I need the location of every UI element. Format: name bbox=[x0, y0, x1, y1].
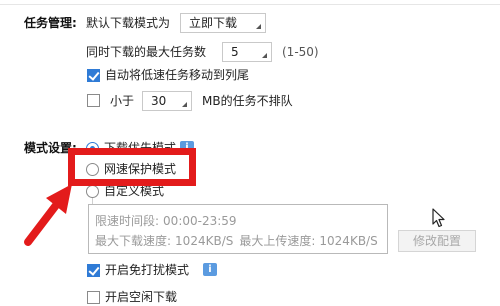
move-slow-checkbox[interactable] bbox=[87, 69, 100, 82]
max-upload-label: 最大上传速度: bbox=[239, 234, 316, 248]
max-tasks-select[interactable]: 5 bbox=[222, 42, 272, 62]
dropdown-arrow-icon bbox=[182, 102, 187, 107]
less-than-label: 小于 bbox=[110, 94, 135, 108]
custom-mode-settings-box: 限速时间段: 00:00-23:59 最大下载速度: 1024KB/S 最大上传速度:… bbox=[88, 204, 388, 254]
annotation-arrow-icon bbox=[24, 184, 72, 246]
less-than-select[interactable]: 30 bbox=[142, 91, 192, 111]
no-disturb-checkbox[interactable] bbox=[87, 264, 100, 277]
annotation-highlight-box bbox=[68, 148, 196, 186]
radio-custom-mode[interactable] bbox=[86, 185, 99, 198]
mouse-cursor-icon bbox=[432, 208, 445, 228]
max-download-label: 最大下载速度: bbox=[95, 234, 172, 248]
idle-download-checkbox[interactable] bbox=[87, 291, 100, 304]
less-than-value: 30 bbox=[151, 94, 167, 108]
max-speed-line: 最大下载速度: 1024KB/S 最大上传速度: 1024KB/S bbox=[95, 233, 378, 249]
max-tasks-label: 同时下载的最大任务数 bbox=[86, 45, 207, 59]
max-upload-value: 1024KB/S bbox=[319, 234, 378, 248]
edit-config-button[interactable]: 修改配置 bbox=[398, 230, 476, 252]
default-mode-label: 默认下载模式为 bbox=[86, 16, 171, 30]
idle-download-label: 开启空闲下载 bbox=[105, 290, 178, 304]
default-mode-select[interactable]: 立即下载 bbox=[180, 13, 266, 33]
top-divider bbox=[0, 4, 500, 5]
dropdown-arrow-icon bbox=[256, 24, 261, 29]
less-than-checkbox[interactable] bbox=[87, 94, 100, 107]
dropdown-arrow-icon bbox=[262, 53, 267, 58]
no-disturb-label: 开启免打扰模式 bbox=[105, 263, 190, 277]
less-than-suffix: MB的任务不排队 bbox=[202, 94, 293, 108]
task-management-section-label: 任务管理: bbox=[24, 16, 77, 30]
info-icon[interactable]: i bbox=[203, 263, 217, 276]
default-mode-value: 立即下载 bbox=[189, 16, 238, 30]
max-tasks-value: 5 bbox=[231, 45, 239, 59]
limit-time-label: 限速时间段: 00:00-23:59 bbox=[95, 214, 237, 228]
max-download-value: 1024KB/S bbox=[175, 234, 234, 248]
move-slow-label: 自动将低速任务移动到列尾 bbox=[105, 68, 250, 82]
max-tasks-range: (1-50) bbox=[282, 45, 319, 59]
limit-time-value: 00:00-23:59 bbox=[163, 214, 237, 228]
